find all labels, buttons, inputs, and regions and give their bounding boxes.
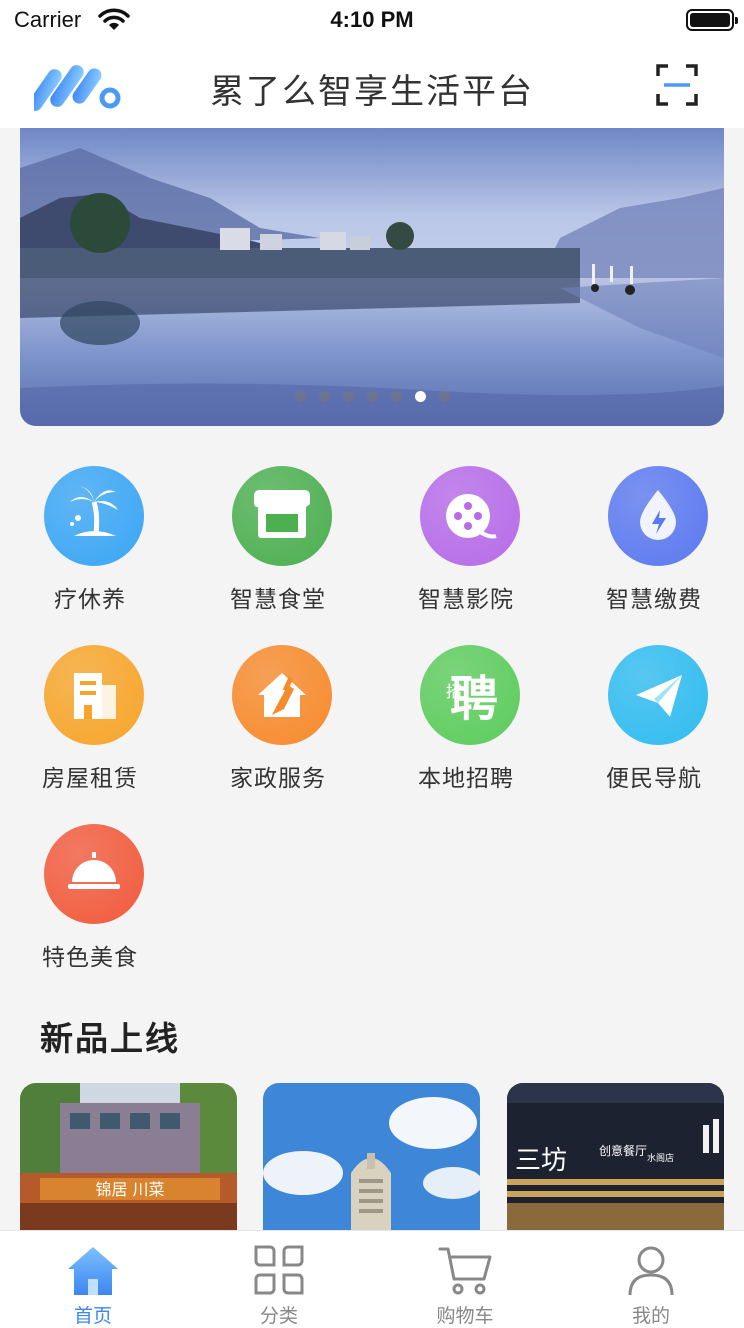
tab-category[interactable]: 分类 [186,1231,372,1328]
service-label: 智慧缴费 [606,587,702,613]
product-sign-subtext: 水阁店 [647,1152,674,1164]
category-icon [254,1245,304,1295]
product-sign-subtext: 创意餐厅 [599,1143,647,1158]
carousel-dot[interactable] [318,391,330,402]
service-label: 智慧影院 [418,587,514,613]
page-title: 累了么智享生活平台 [210,72,534,112]
palm-island-icon [44,466,144,566]
carousel-dot[interactable] [438,391,450,402]
scan-icon[interactable] [656,64,698,106]
tab-label: 购物车 [436,1305,494,1327]
tab-profile[interactable]: 我的 [558,1231,744,1328]
service-item[interactable]: 家政服务 [188,645,374,805]
product-image [263,1083,480,1233]
tab-cart[interactable]: 购物车 [372,1231,558,1328]
product-image: 三坊 创意餐厅 水阁店 [507,1083,724,1233]
film-reel-icon [420,466,520,566]
carousel-dot[interactable] [366,391,378,402]
profile-icon [628,1246,674,1296]
service-label: 便民导航 [606,766,702,792]
service-label: 特色美食 [42,945,138,971]
tab-bar: 首页 分类 购物车 我的 [0,1230,744,1328]
status-bar: Carrier 4:10 PM [0,0,744,44]
product-image: 锦居 川菜 [20,1083,237,1233]
service-item[interactable]: 便民导航 [564,645,744,805]
section-title-new-products: 新品上线 [40,1019,180,1058]
product-sign-text: 锦居 川菜 [95,1180,164,1199]
carousel-dot[interactable] [390,391,402,402]
cart-icon [438,1247,492,1295]
service-label: 疗休养 [54,587,126,613]
banner-image [20,128,724,426]
carousel-dot[interactable] [294,391,306,402]
product-card[interactable]: 锦居 川菜 [20,1083,237,1233]
clock-time: 4:10 PM [330,7,414,32]
paper-plane-icon [608,645,708,745]
building-icon [44,645,144,745]
tab-home[interactable]: 首页 [0,1231,186,1328]
header-bar: 累了么智享生活平台 [0,44,744,128]
service-label: 本地招聘 [418,766,514,792]
recruit-icon: 聘招 [420,645,520,745]
tab-label: 我的 [631,1305,670,1327]
home-icon [68,1247,118,1295]
service-label: 房屋租赁 [42,766,138,792]
banner-carousel[interactable] [20,128,724,426]
service-item[interactable]: 智慧食堂 [188,466,374,626]
service-item[interactable]: 疗休养 [0,466,186,626]
svg-text:招: 招 [446,682,462,701]
product-sign-text: 三坊 [515,1146,567,1176]
storefront-icon [232,466,332,566]
new-products-list: 锦居 川菜 三坊 创意餐厅 水阁店 [20,1083,724,1233]
carousel-indicator[interactable] [20,391,724,402]
service-item[interactable]: 智慧影院 [376,466,562,626]
cloche-icon [44,824,144,924]
battery-icon [686,9,738,31]
service-item[interactable]: 智慧缴费 [564,466,744,626]
product-card[interactable] [263,1083,480,1233]
service-item[interactable]: 聘招本地招聘 [376,645,562,805]
carousel-dot[interactable] [342,391,354,402]
service-label: 智慧食堂 [230,587,326,613]
carousel-dot[interactable] [414,391,426,402]
service-item[interactable]: 房屋租赁 [0,645,186,805]
tab-label: 首页 [73,1305,112,1327]
water-drop-bolt-icon [608,466,708,566]
product-card[interactable]: 三坊 创意餐厅 水阁店 [507,1083,724,1233]
tab-label: 分类 [259,1305,298,1327]
service-item[interactable]: 特色美食 [0,824,186,984]
service-label: 家政服务 [230,766,326,792]
house-broom-icon [232,645,332,745]
